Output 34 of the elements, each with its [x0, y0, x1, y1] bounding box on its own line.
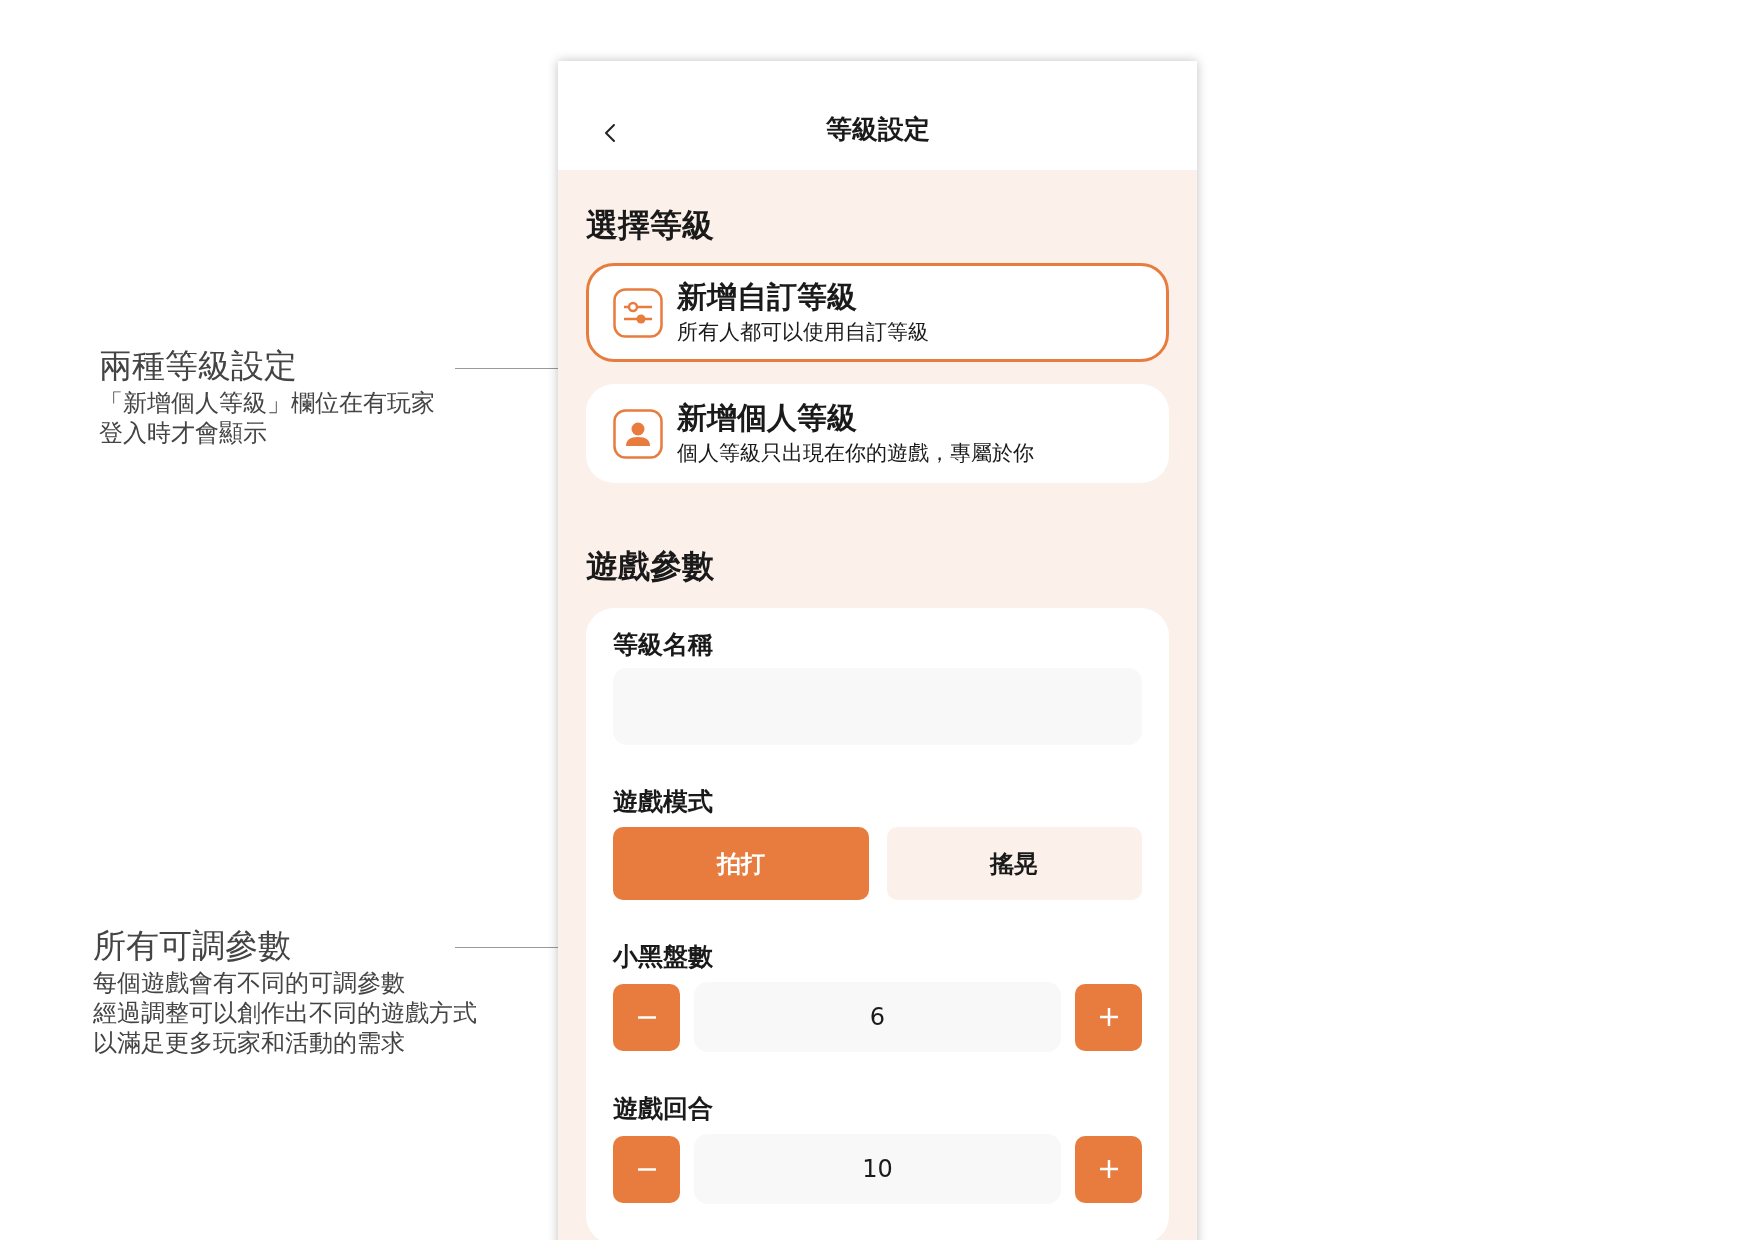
- section-title: 選擇等級: [586, 205, 715, 245]
- increment-button[interactable]: [1075, 1135, 1142, 1203]
- annotation-text: 登入時才會顯示: [99, 418, 268, 448]
- annotation-text: 「新增個人等級」欄位在有玩家: [99, 388, 435, 418]
- option-description: 所有人都可以使用自訂等級: [677, 318, 929, 346]
- level-option-card[interactable]: 新增自訂等級 所有人都可以使用自訂等級: [586, 263, 1169, 362]
- annotation-title: 兩種等級設定: [99, 346, 298, 386]
- plus-icon: [1098, 1007, 1119, 1027]
- option-title: 新增自訂等級: [677, 278, 858, 315]
- person-icon: [613, 408, 663, 459]
- decrement-button[interactable]: [613, 983, 680, 1051]
- annotation-text: 每個遊戲會有不同的可調參數: [93, 968, 406, 998]
- mode-option-button[interactable]: 搖晃: [886, 827, 1142, 900]
- field-label: 小黑盤數: [613, 942, 714, 972]
- annotation-text: 經過調整可以創作出不同的遊戲方式: [93, 998, 477, 1028]
- field-label: 遊戲回合: [613, 1094, 714, 1124]
- decrement-button[interactable]: [613, 1135, 680, 1203]
- back-icon[interactable]: [604, 123, 616, 143]
- minus-icon: [636, 1015, 657, 1019]
- field-label: 遊戲模式: [613, 787, 714, 817]
- minus-icon: [636, 1167, 657, 1171]
- option-title: 新增個人等級: [677, 399, 858, 436]
- increment-button[interactable]: [1075, 983, 1142, 1051]
- level-option-card[interactable]: 新增個人等級 個人等級只出現在你的遊戲，專屬於你: [586, 384, 1169, 483]
- annotation-text: 以滿足更多玩家和活動的需求: [93, 1028, 406, 1058]
- stepper-value: 10: [694, 1134, 1061, 1204]
- field-label: 等級名稱: [613, 629, 714, 660]
- sliders-icon: [613, 287, 663, 338]
- screen-title: 等級設定: [825, 113, 930, 146]
- section-title: 遊戲參數: [586, 546, 715, 586]
- plus-icon: [1098, 1159, 1119, 1179]
- stepper-value: 6: [694, 982, 1061, 1052]
- option-description: 個人等級只出現在你的遊戲，專屬於你: [677, 439, 1034, 467]
- annotation-title: 所有可調參數: [93, 926, 292, 966]
